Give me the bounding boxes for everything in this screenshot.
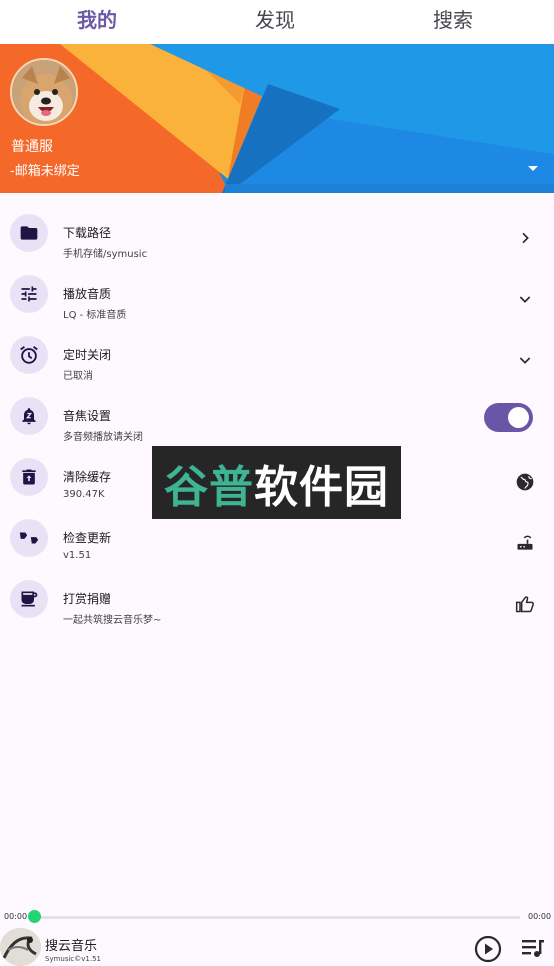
setting-sleep-timer[interactable]: 定时关闭 已取消 [0,325,554,385]
tab-search[interactable]: 搜索 [433,4,473,33]
avatar[interactable] [10,58,78,126]
tab-discover[interactable]: 发现 [255,4,295,33]
tab-mine[interactable]: 我的 [77,4,117,33]
watermark-text-green: 谷普 [164,461,254,513]
time-current: 00:00 [4,912,28,921]
coffee-icon [10,580,48,618]
setting-download-path[interactable]: 下载路径 手机存储/symusic [0,203,554,263]
album-cover[interactable] [0,928,41,966]
material-background [0,44,554,193]
dropdown-arrow-icon[interactable] [524,162,542,174]
track-subtitle: Symusic©v1.51 [45,955,102,963]
setting-title: 检查更新 [63,531,112,545]
setting-subtitle: LQ - 标准音质 [63,310,127,321]
chevron-down-icon [514,288,536,310]
quote-icon [10,519,48,557]
album-art-image [0,928,41,966]
audio-focus-toggle[interactable] [484,403,533,432]
setting-title: 定时关闭 [63,348,112,362]
mini-player: 搜云音乐 Symusic©v1.51 [0,928,554,966]
setting-play-quality[interactable]: 播放音质 LQ - 标准音质 [0,264,554,324]
thumb-up-icon [514,593,536,615]
setting-subtitle: 390.47K [63,489,105,500]
folder-icon [10,214,48,252]
progress-thumb[interactable] [28,910,41,923]
setting-subtitle: 多音频播放请关闭 [63,432,143,443]
notification-z-icon [10,397,48,435]
setting-subtitle: 手机存储/symusic [63,249,148,260]
play-icon[interactable] [474,935,502,963]
setting-title: 音焦设置 [63,409,112,423]
chevron-down-icon [514,349,536,371]
playback-progress: 00:00 00:00 [0,906,554,928]
time-total: 00:00 [528,912,552,921]
progress-track[interactable] [34,916,520,919]
globe-icon [514,471,536,493]
setting-title: 清除缓存 [63,470,112,484]
setting-subtitle: 已取消 [63,371,93,382]
playlist-icon[interactable] [520,936,546,960]
chevron-right-icon [514,227,536,249]
top-tab-bar: 我的 发现 搜索 [0,0,554,44]
watermark-logo: 谷普 软件园 [152,446,401,519]
setting-title: 播放音质 [63,287,112,301]
watermark-text-white: 软件园 [254,461,389,513]
tune-icon [10,275,48,313]
toggle-knob [508,407,529,428]
setting-title: 打赏捐赠 [63,592,112,606]
setting-audio-focus[interactable]: 音焦设置 多音频播放请关闭 [0,386,554,446]
router-icon [514,532,536,554]
alarm-icon [10,336,48,374]
setting-subtitle: 一起共筑搜云音乐梦~ [63,615,162,626]
email-status: -邮箱未绑定 [10,164,80,179]
trash-icon [10,458,48,496]
setting-title: 下载路径 [63,226,112,240]
profile-banner: 普通服 -邮箱未绑定 [0,44,554,193]
track-title: 搜云音乐 [45,939,98,954]
setting-subtitle: v1.51 [63,550,92,561]
username: 普通服 [11,139,53,155]
setting-donate[interactable]: 打赏捐赠 一起共筑搜云音乐梦~ [0,569,554,629]
